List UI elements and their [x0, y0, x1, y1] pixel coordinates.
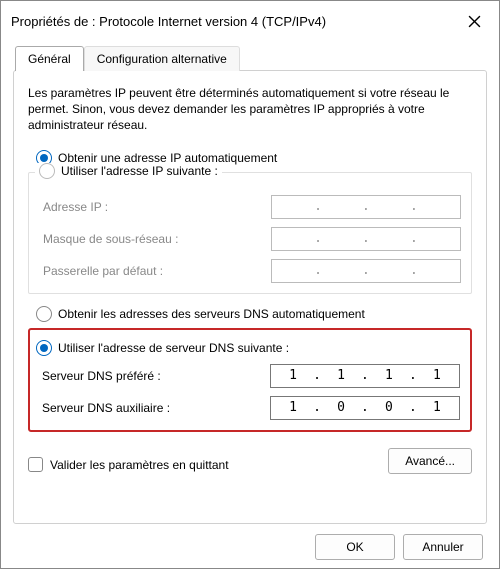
advanced-button[interactable]: Avancé...	[388, 448, 472, 474]
radio-icon	[36, 340, 52, 356]
radio-icon	[36, 306, 52, 322]
dns-pref-oct1: 1	[279, 368, 307, 383]
content: Général Configuration alternative Les pa…	[1, 41, 499, 568]
radio-dns-manual-label: Utiliser l'adresse de serveur DNS suivan…	[58, 341, 289, 355]
dns-alternate-input[interactable]: 1. 0. 0. 1	[270, 396, 460, 420]
radio-dns-auto[interactable]: Obtenir les adresses des serveurs DNS au…	[36, 306, 472, 322]
dns-pref-oct2: 1	[327, 368, 355, 383]
panel-bottom: Valider les paramètres en quittant Avanc…	[28, 448, 472, 474]
dns-alternate-label: Serveur DNS auxiliaire :	[42, 401, 270, 415]
dns-preferred-label: Serveur DNS préféré :	[42, 369, 270, 383]
radio-dns-manual[interactable]: Utiliser l'adresse de serveur DNS suivan…	[36, 340, 460, 356]
dialog-buttons: OK Annuler	[13, 524, 487, 562]
radio-ip-manual[interactable]	[39, 163, 55, 179]
dns-manual-group: Utiliser l'adresse de serveur DNS suivan…	[28, 328, 472, 432]
dns-pref-oct3: 1	[375, 368, 403, 383]
radio-dns-auto-label: Obtenir les adresses des serveurs DNS au…	[58, 307, 365, 321]
ip-address-input: ...	[271, 195, 461, 219]
ip-gateway-input: ...	[271, 259, 461, 283]
validate-label: Valider les paramètres en quittant	[50, 458, 229, 472]
ip-gateway-label: Passerelle par défaut :	[43, 264, 271, 278]
dns-alt-oct1: 1	[279, 400, 307, 415]
tab-general[interactable]: Général	[15, 46, 84, 71]
validate-checkbox-row[interactable]: Valider les paramètres en quittant	[28, 457, 229, 472]
ip-grid: Adresse IP : ... Masque de sous-réseau :…	[43, 195, 461, 283]
dns-alt-oct2: 0	[327, 400, 355, 415]
tab-strip: Général Configuration alternative	[13, 41, 487, 70]
cancel-button[interactable]: Annuler	[403, 534, 483, 560]
titlebar: Propriétés de : Protocole Internet versi…	[1, 1, 499, 41]
ip-address-label: Adresse IP :	[43, 200, 271, 214]
dns-pref-oct4: 1	[423, 368, 451, 383]
tab-alternative[interactable]: Configuration alternative	[84, 46, 240, 71]
dns-alt-oct4: 1	[423, 400, 451, 415]
radio-ip-manual-label: Utiliser l'adresse IP suivante :	[61, 164, 218, 178]
close-icon	[468, 15, 481, 28]
close-button[interactable]	[459, 6, 489, 36]
ip-manual-group: Utiliser l'adresse IP suivante : Adresse…	[28, 172, 472, 294]
validate-checkbox[interactable]	[28, 457, 43, 472]
dns-preferred-input[interactable]: 1. 1. 1. 1	[270, 364, 460, 388]
dns-alt-oct3: 0	[375, 400, 403, 415]
tab-panel-general: Les paramètres IP peuvent être déterminé…	[13, 70, 487, 524]
ip-mask-input: ...	[271, 227, 461, 251]
ip-mask-label: Masque de sous-réseau :	[43, 232, 271, 246]
intro-text: Les paramètres IP peuvent être déterminé…	[28, 85, 472, 134]
ok-button[interactable]: OK	[315, 534, 395, 560]
window-title: Propriétés de : Protocole Internet versi…	[11, 14, 459, 29]
dialog-window: Propriétés de : Protocole Internet versi…	[0, 0, 500, 569]
dns-grid: Serveur DNS préféré : 1. 1. 1. 1 Serveur…	[42, 364, 460, 420]
